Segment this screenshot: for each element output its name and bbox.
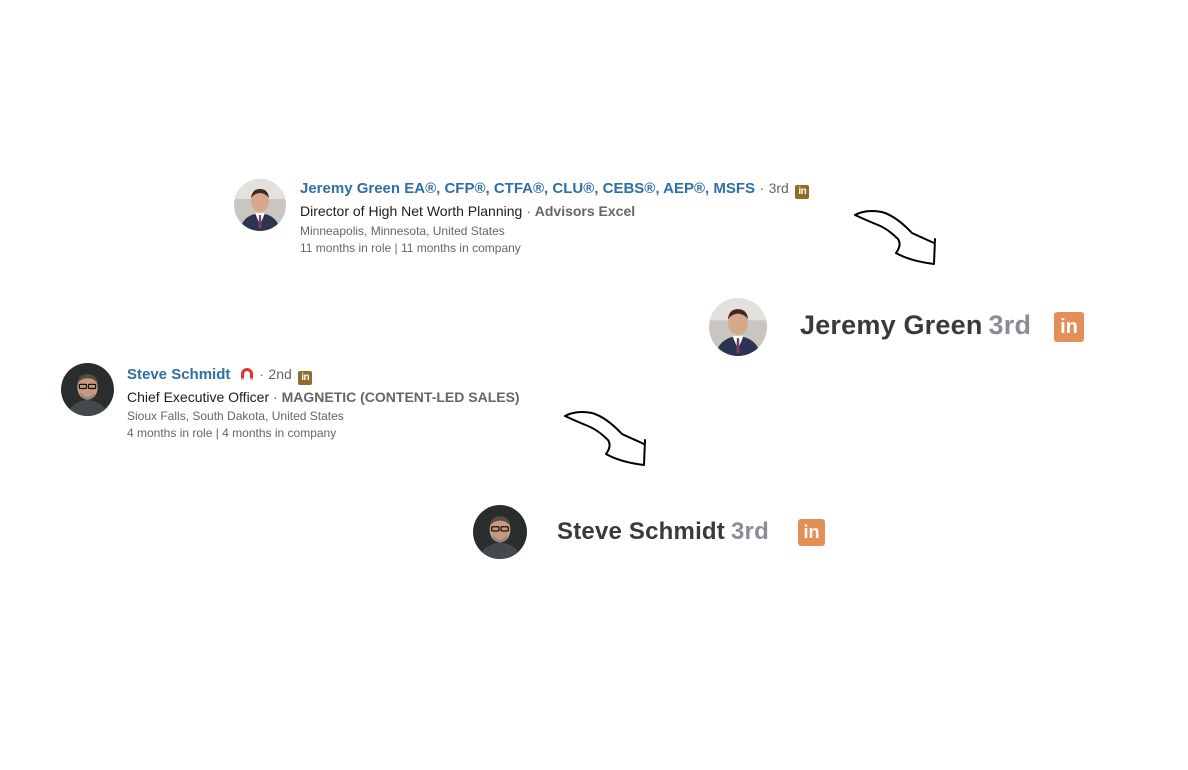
preview-name-row: Jeremy Green 3rd [800,310,1031,341]
linkedin-icon[interactable]: in [1054,312,1084,342]
job-title: Director of High Net Worth Planning [300,203,523,219]
avatar[interactable] [234,179,286,231]
separator: · [259,366,264,382]
tenure: 11 months in role | 11 months in company [300,241,521,255]
name-row: Jeremy Green EA®, CFP®, CTFA®, CLU®, CEB… [300,180,810,199]
linkedin-icon[interactable]: in [298,371,313,385]
magnet-icon [239,366,255,387]
separator: · [526,203,531,219]
job-title: Chief Executive Officer [127,389,270,405]
curved-arrow-icon [850,205,942,274]
preview-name[interactable]: Steve Schmidt [557,518,725,545]
job-title-row: Chief Executive Officer · MAGNETIC (CONT… [127,389,520,405]
location: Minneapolis, Minnesota, United States [300,224,505,238]
avatar[interactable] [473,505,527,559]
avatar[interactable] [709,298,767,356]
profile-name-link[interactable]: Steve Schmidt [127,366,230,383]
location: Sioux Falls, South Dakota, United States [127,409,344,423]
separator: · [759,180,765,196]
job-title-row: Director of High Net Worth Planning · Ad… [300,203,635,219]
company-name[interactable]: Advisors Excel [535,203,635,219]
preview-name[interactable]: Jeremy Green [800,310,983,340]
profile-name-link[interactable]: Jeremy Green EA®, CFP®, CTFA®, CLU®, CEB… [300,180,755,197]
linkedin-icon[interactable]: in [798,519,825,546]
connection-degree: 2nd [268,366,292,382]
tenure: 4 months in role | 4 months in company [127,426,337,440]
preview-name-row: Steve Schmidt 3rd [557,518,769,546]
connection-degree: 3rd [988,310,1032,340]
curved-arrow-icon [560,406,652,475]
linkedin-icon[interactable]: in [795,185,810,199]
separator: · [273,389,278,405]
name-row: Steve Schmidt · 2nd in [127,366,313,387]
connection-degree: 3rd [768,180,789,196]
avatar[interactable] [61,363,114,416]
connection-degree: 3rd [731,518,769,545]
company-name[interactable]: MAGNETIC (CONTENT-LED SALES) [282,389,520,405]
